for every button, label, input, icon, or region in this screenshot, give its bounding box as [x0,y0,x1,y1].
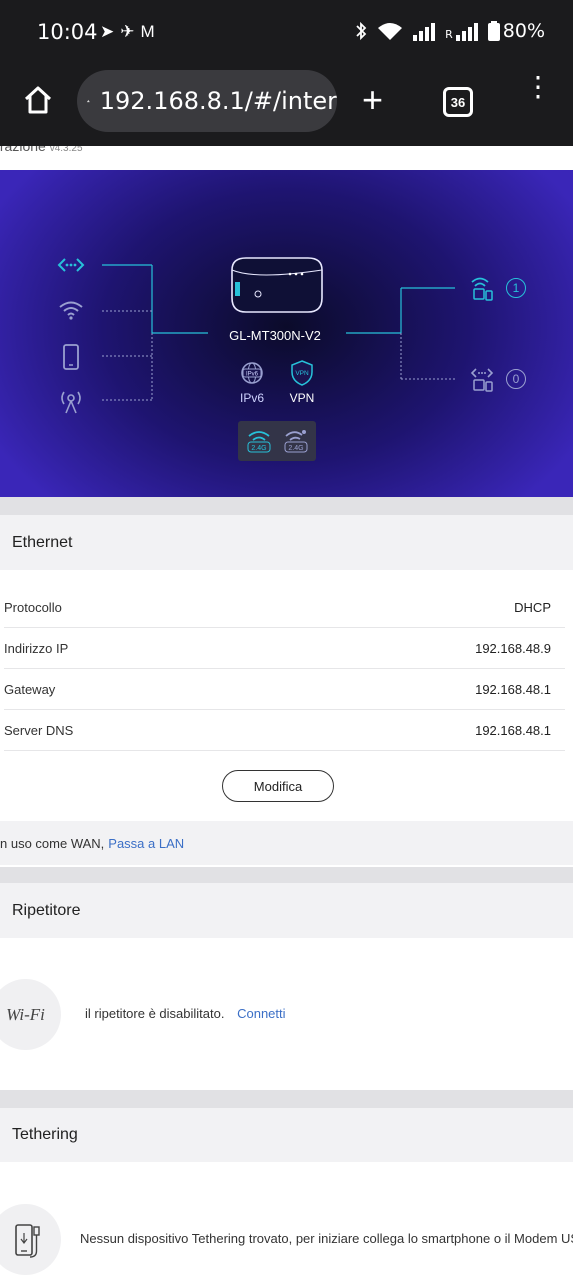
signal-icon [413,23,436,41]
repeater-card: Ripetitore Wi-Fi il ripetitore è disabil… [0,883,573,1090]
wan-note-text: n uso come WAN, [0,835,105,851]
version-label: v4.3.25 [49,146,83,154]
table-row: Indirizzo IP 192.168.48.9 [4,628,565,669]
telegram-icon: ➤ [100,22,115,41]
system-icons: R 80% [354,20,545,42]
ipv6-globe-icon[interactable]: IPv6 [239,361,265,385]
wired-clients-icon[interactable] [470,366,496,392]
vpn-shield-icon[interactable]: VPN [290,360,314,386]
network-diagram: GL-MT300N-V2 IPv6 IPv6 VPN VPN 2.4G 2.4G… [0,170,573,497]
bluetooth-icon [356,21,367,41]
row-value: 192.168.48.1 [475,681,551,697]
router-model: GL-MT300N-V2 [229,328,321,343]
wired-clients-count[interactable]: 0 [506,369,526,389]
vpn-label: VPN [289,391,315,405]
wireless-clients-count[interactable]: 1 [506,278,526,298]
address-bar[interactable]: 192.168.8.1/#/inter [77,70,337,132]
ethernet-title: Ethernet [0,515,573,570]
wan-note: n uso come WAN, Passa a LAN [0,821,573,865]
row-label: Gateway [4,681,56,697]
guest-wifi-band-icon[interactable]: 2.4G [283,429,309,453]
tools-icon: ✈ [120,22,135,41]
usb-phone-icon [0,1204,61,1275]
new-tab-icon[interactable]: + [362,82,383,118]
home-icon[interactable] [22,84,54,116]
wireless-clients-icon[interactable] [470,275,496,301]
wifi-logo-icon: Wi-Fi [0,979,61,1050]
wifi-logo-text: Wi-Fi [6,1004,45,1024]
row-value: 192.168.48.9 [475,640,551,656]
repeater-title: Ripetitore [0,883,573,938]
roaming-signal-icon [455,23,478,41]
tethering-message: Nessun dispositivo Tethering trovato, pe… [80,1231,573,1246]
battery-icon [487,21,500,41]
status-bar: 10:04 ➤ ✈ M R 80% [0,0,573,66]
section-divider [0,497,573,515]
ethernet-card: Ethernet Protocollo DHCP Indirizzo IP 19… [0,515,573,867]
page-header: trazione v4.3.25 [0,146,573,170]
wifi-icon[interactable] [58,299,84,321]
ipv6-label: IPv6 [239,391,264,405]
row-label: Server DNS [4,722,74,738]
battery-level: 80% [502,20,545,42]
row-value: 192.168.48.1 [475,722,551,738]
modem-icon[interactable] [59,388,83,414]
band-badge-2: 2.4G [288,445,303,452]
vpn-badge: VPN [295,370,309,377]
table-row: Server DNS 192.168.48.1 [4,710,565,751]
table-row: Gateway 192.168.48.1 [4,669,565,710]
section-divider [0,867,573,883]
wifi-icon [378,23,403,40]
ethernet-icon[interactable] [57,255,85,275]
browser-toolbar: 192.168.8.1/#/inter + 36 ⋮ [0,66,573,146]
repeater-status: il ripetitore è disabilitato. Connetti [85,1006,286,1021]
notification-icons: ➤ ✈ M [100,22,155,42]
wifi-band-icon[interactable]: 2.4G [246,429,272,453]
gmail-icon: M [140,22,155,41]
ipv6-badge: IPv6 [246,372,259,378]
connect-link[interactable]: Connetti [237,1006,285,1021]
band-badge-1: 2.4G [251,445,266,452]
smartphone-icon[interactable] [62,344,80,370]
page-title: trazione v4.3.25 [0,146,83,154]
row-label: Protocollo [4,599,62,615]
tethering-card: Tethering Nessun dispositivo Tethering t… [0,1108,573,1280]
roaming-label: R [445,28,453,41]
clock: 10:04 [37,20,98,44]
warning-icon[interactable] [87,87,90,115]
row-label: Indirizzo IP [4,640,69,656]
url-text: 192.168.8.1/#/inter [99,87,337,115]
tethering-title: Tethering [0,1108,573,1162]
table-row: Protocollo DHCP [4,587,565,628]
repeater-message: il ripetitore è disabilitato. [85,1006,225,1021]
switch-to-lan-link[interactable]: Passa a LAN [108,836,184,851]
router-icon [231,257,323,313]
row-value: DHCP [514,599,551,615]
tab-switcher-button[interactable]: 36 [443,87,473,117]
modify-button[interactable]: Modifica [222,770,334,802]
section-divider [0,1090,573,1108]
menu-icon[interactable]: ⋮ [524,73,552,101]
